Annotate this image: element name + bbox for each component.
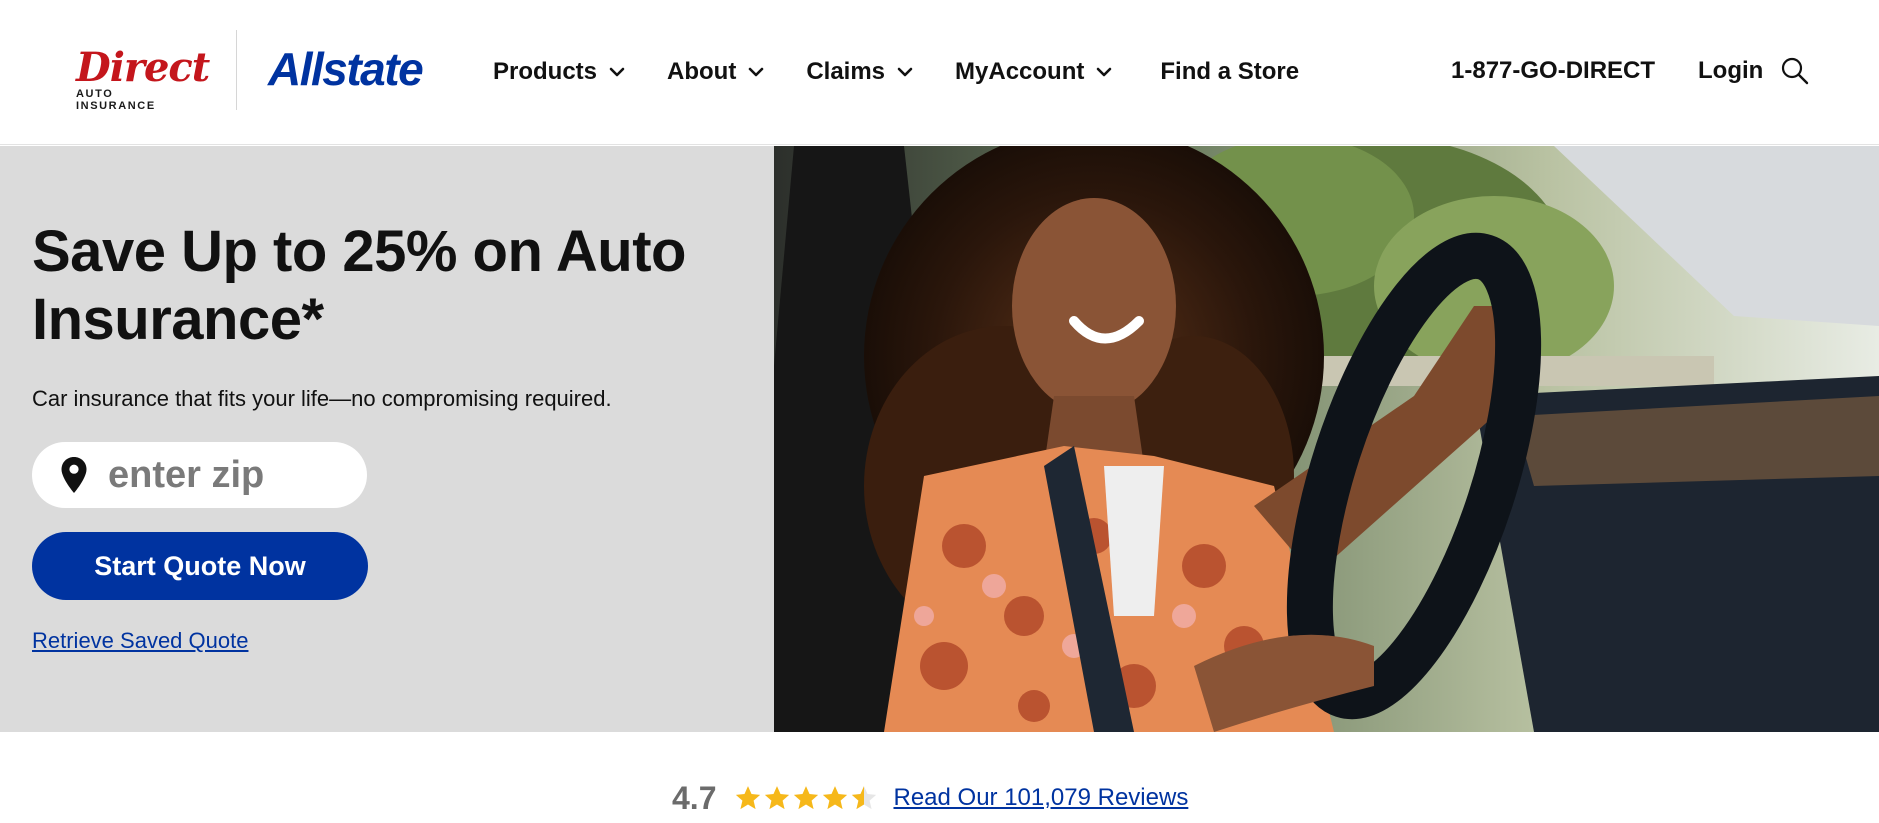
allstate-logo[interactable]: Allstate [268, 43, 424, 95]
rating-value: 4.7 [672, 779, 717, 816]
login-link[interactable]: Login [1698, 57, 1763, 85]
nav-about-label: About [667, 58, 737, 85]
start-quote-button[interactable]: Start Quote Now [32, 532, 368, 600]
chevron-down-icon [609, 67, 625, 77]
driver-photo-illustration [774, 146, 1879, 732]
nav-products-label: Products [493, 58, 598, 85]
phone-link[interactable]: 1-877-GO-DIRECT [1451, 57, 1655, 85]
chevron-down-icon [1097, 67, 1112, 77]
hero-image [774, 146, 1879, 732]
location-pin-icon [61, 457, 87, 493]
direct-auto-logo[interactable]: Direct AUTO INSURANCE [76, 44, 210, 113]
hero-title: Save Up to 25% on Auto Insurance* [32, 219, 686, 352]
logo-divider [236, 30, 237, 110]
nav-find-a-store-label: Find a Store [1160, 58, 1300, 85]
chevron-down-icon [749, 67, 764, 77]
nav-myaccount[interactable]: MyAccount [955, 58, 1114, 86]
nav-myaccount-label: MyAccount [955, 58, 1085, 85]
nav-find-a-store[interactable]: Find a Store [1160, 58, 1299, 86]
direct-logo-subtext: AUTO INSURANCE [76, 88, 156, 112]
star-full-icon [794, 786, 819, 810]
star-full-icon [736, 786, 761, 810]
direct-logo-wordmark: Direct [76, 44, 210, 91]
search-icon [1781, 57, 1809, 85]
nav-products[interactable]: Products [493, 58, 627, 86]
star-half-icon [852, 786, 877, 810]
zip-input-container[interactable] [32, 442, 367, 508]
retrieve-saved-quote-link[interactable]: Retrieve Saved Quote [32, 628, 248, 654]
star-full-icon [765, 786, 790, 810]
star-rating [734, 784, 879, 812]
hero-panel: Save Up to 25% on Auto Insurance* Car in… [0, 146, 774, 732]
nav-claims[interactable]: Claims [806, 58, 915, 86]
reviews-bar: 4.7 Read Our 101,079 Reviews [672, 778, 1188, 818]
nav-claims-label: Claims [806, 58, 886, 85]
hero-subtitle: Car insurance that fits your life—no com… [32, 386, 612, 411]
zip-input[interactable] [108, 453, 348, 497]
star-full-icon [823, 786, 848, 810]
nav-about[interactable]: About [667, 58, 766, 86]
read-reviews-link[interactable]: Read Our 101,079 Reviews [893, 784, 1188, 812]
search-button[interactable] [1780, 56, 1810, 86]
allstate-logo-wordmark: Allstate [268, 43, 424, 95]
main-nav: Products About Claims MyAccount Find a S… [493, 54, 1339, 90]
chevron-down-icon [897, 67, 913, 77]
site-header: Direct AUTO INSURANCE Allstate Products … [0, 0, 1879, 145]
